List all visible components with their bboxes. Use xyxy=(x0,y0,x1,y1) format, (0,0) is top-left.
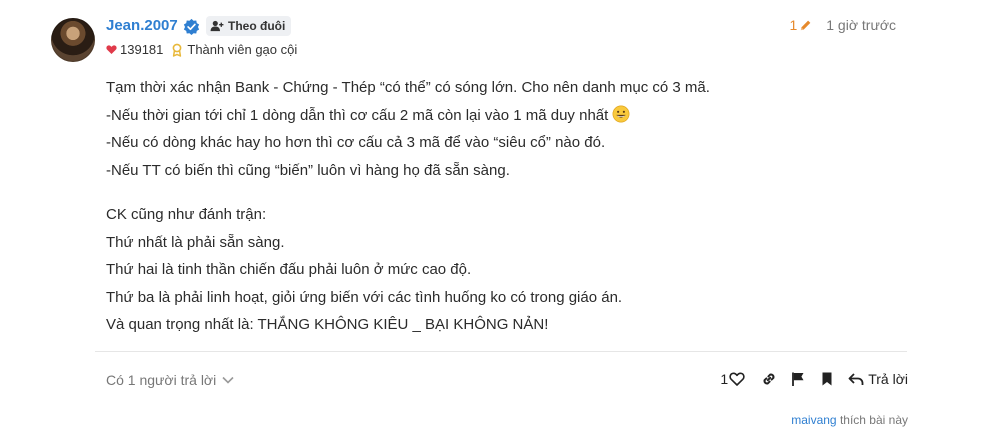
reply-label: Trả lời xyxy=(868,371,908,387)
post-time[interactable]: 1 giờ trước xyxy=(826,17,896,33)
pencil-icon[interactable] xyxy=(799,19,812,32)
medal-icon xyxy=(172,43,182,57)
follow-label: Theo đuôi xyxy=(228,19,286,33)
user-plus-icon xyxy=(210,20,224,32)
liked-by-suffix: thích bài này xyxy=(836,413,908,427)
like-count: 1 xyxy=(720,371,729,387)
author-rank: Thành viên gạo cội xyxy=(187,42,298,57)
reply-button[interactable]: Trả lời xyxy=(848,371,908,387)
replies-label: Có 1 người trả lời xyxy=(106,372,217,388)
content-line: Tạm thời xác nhận Bank - Chứng - Thép “c… xyxy=(106,79,710,96)
content-line: -Nếu có dòng khác hay ho hơn thì cơ cấu … xyxy=(106,134,606,151)
reply-arrow-icon xyxy=(848,373,864,385)
content-line: Thứ nhất là phải sẵn sàng. xyxy=(106,233,285,251)
share-link-button[interactable] xyxy=(761,371,777,387)
replies-toggle[interactable]: Có 1 người trả lời xyxy=(106,372,234,388)
content-line: Thứ ba là phải linh hoạt, giỏi ứng biến … xyxy=(106,288,623,306)
content-line: -Nếu thời gian tới chỉ 1 dòng dẫn thì cơ… xyxy=(106,102,906,130)
smile-emoji-icon xyxy=(612,105,630,122)
liked-by-user[interactable]: maivang xyxy=(791,413,836,427)
author-likes-count: 139181 xyxy=(120,42,164,57)
post-actions: 1 Trả lời xyxy=(720,371,908,387)
like-button[interactable]: 1 xyxy=(720,371,745,387)
content-line: Thứ hai là tinh thần chiến đấu phải luôn… xyxy=(106,261,472,278)
author-avatar[interactable] xyxy=(51,18,95,62)
follow-button[interactable]: Theo đuôi xyxy=(206,16,292,36)
chevron-down-icon xyxy=(222,376,234,384)
content-line: Và quan trọng nhất là: THẮNG KHÔNG KIÊU … xyxy=(106,316,549,333)
author-stats: 139181 Thành viên gạo cội xyxy=(106,42,297,57)
post-meta: 1 1 giờ trước xyxy=(789,17,896,33)
flag-icon xyxy=(792,372,804,386)
heart-outline-icon xyxy=(729,372,745,386)
liked-by: maivang thích bài này xyxy=(791,413,908,427)
verified-badge-icon xyxy=(183,18,200,35)
bookmark-button[interactable] xyxy=(819,371,835,387)
heart-icon xyxy=(106,45,117,54)
bookmark-icon xyxy=(822,372,832,386)
report-button[interactable] xyxy=(790,371,806,387)
content-line: CK cũng như đánh trận: xyxy=(106,206,267,223)
content-line: -Nếu TT có biến thì cũng “biến” luôn vì … xyxy=(106,161,510,179)
link-icon xyxy=(763,373,775,385)
post-content: Tạm thời xác nhận Bank - Chứng - Thép “c… xyxy=(106,74,906,339)
author-username[interactable]: Jean.2007 xyxy=(106,17,178,34)
forum-post: Jean.2007 Theo đuôi 139181 Thành viên gạ… xyxy=(0,0,988,442)
post-divider xyxy=(95,351,907,352)
edit-count[interactable]: 1 xyxy=(789,17,797,33)
